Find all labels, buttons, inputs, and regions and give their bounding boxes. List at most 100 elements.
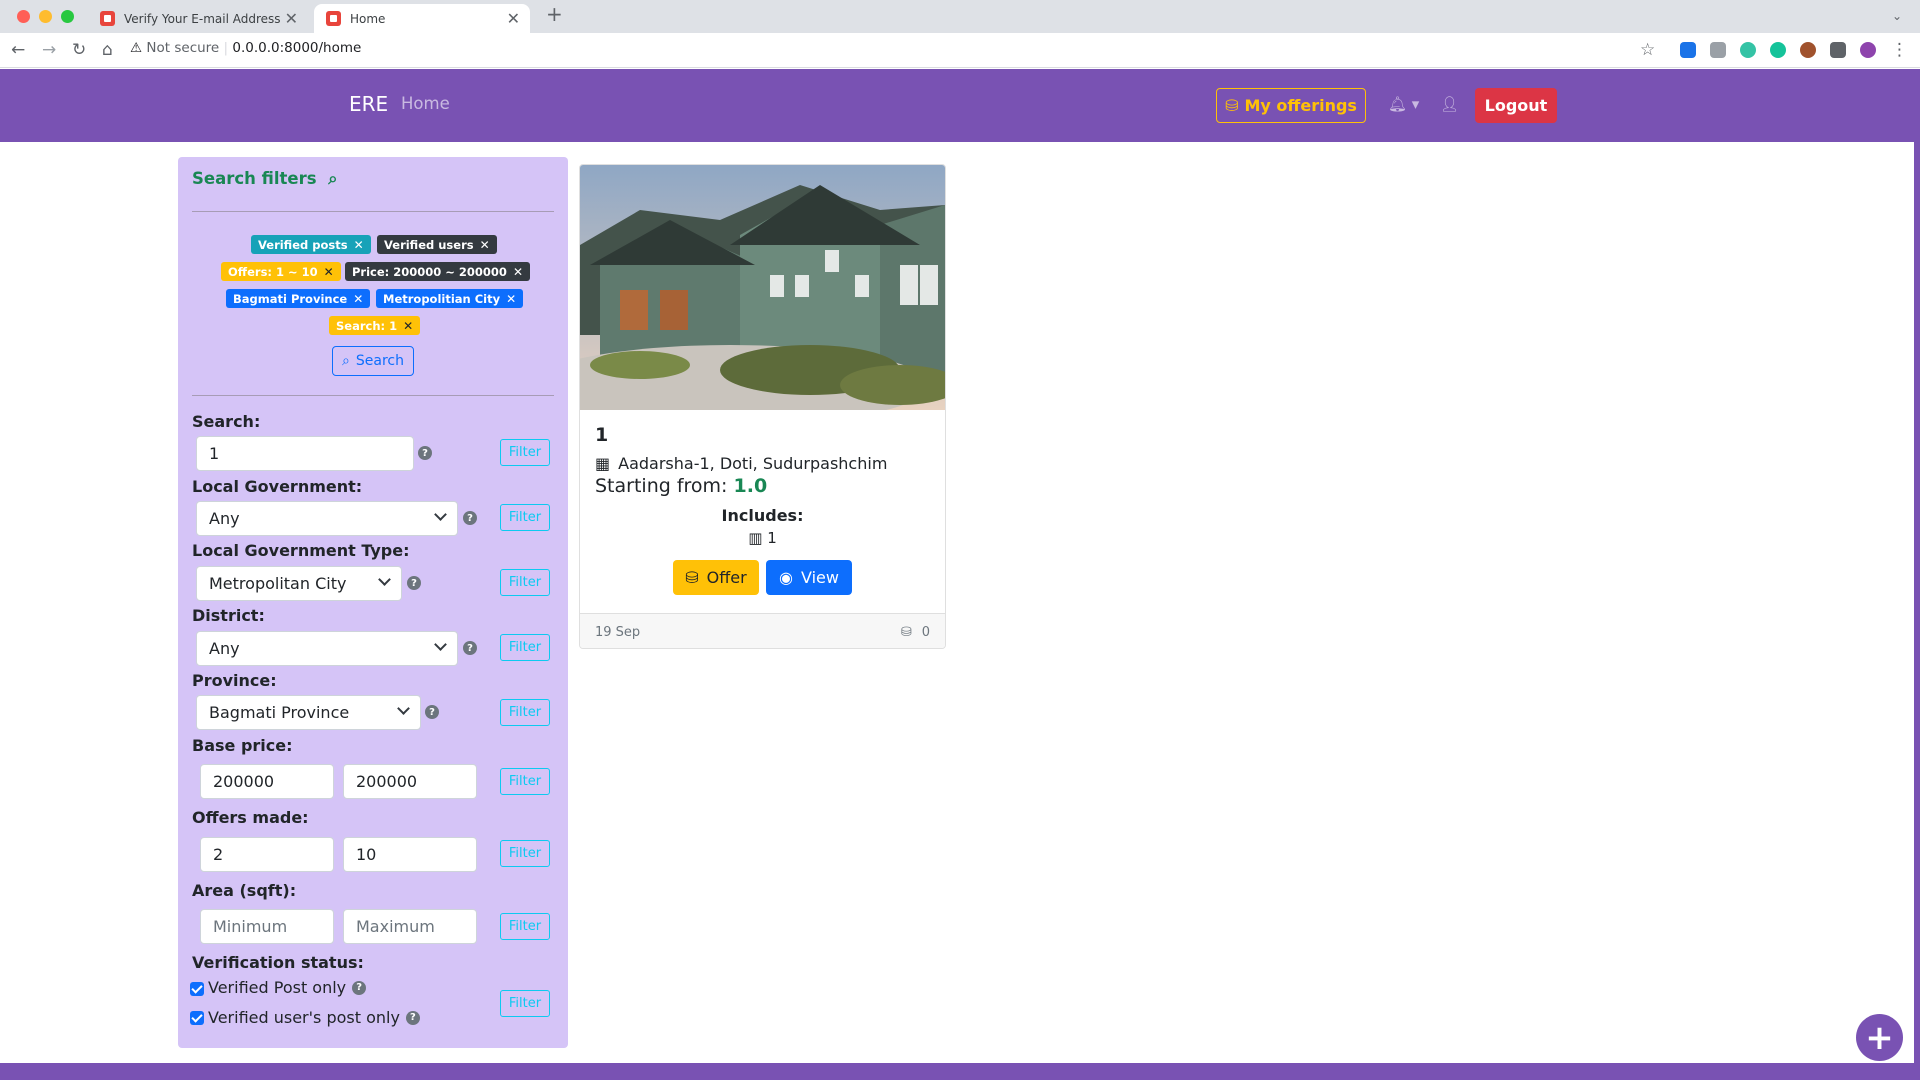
property-photo[interactable] — [580, 165, 945, 410]
forward-icon[interactable]: → — [42, 40, 56, 60]
profile-avatar-icon[interactable] — [1860, 42, 1876, 58]
help-icon[interactable]: ? — [418, 446, 432, 460]
remove-filter-icon[interactable]: ✕ — [506, 292, 516, 306]
offer-button[interactable]: ⛁ Offer — [673, 560, 759, 595]
local-government-type-select[interactable]: Metropolitan City — [196, 566, 402, 601]
offers-min-input[interactable]: 2 — [200, 837, 334, 872]
coins-icon: ⛁ — [1225, 96, 1239, 115]
tab-search-icon[interactable]: ⌄ — [1892, 6, 1902, 26]
maximize-window-icon[interactable] — [61, 10, 74, 23]
chevron-down-icon — [397, 702, 410, 715]
site-favicon-icon — [326, 11, 341, 26]
filter-badge-price: Price: 200000 ~ 200000 ✕ — [345, 262, 530, 281]
help-icon[interactable]: ? — [407, 576, 421, 590]
remove-filter-icon[interactable]: ✕ — [353, 292, 363, 306]
coins-icon: ⛁ — [900, 625, 912, 640]
area-max-input[interactable]: Maximum — [343, 909, 477, 944]
back-icon[interactable]: ← — [11, 40, 25, 60]
help-icon[interactable]: ? — [463, 511, 477, 525]
province-filter-button[interactable]: Filter — [500, 699, 550, 726]
verification-status-label: Verification status: — [192, 953, 364, 972]
search-filters-title: Search filters ⌕ — [192, 169, 338, 189]
verified-user-checkbox[interactable] — [190, 1011, 204, 1025]
search-filter-button[interactable]: Filter — [500, 439, 550, 466]
minimize-window-icon[interactable] — [39, 10, 52, 23]
tab-close-icon[interactable]: ✕ — [285, 9, 298, 28]
remove-filter-icon[interactable]: ✕ — [513, 265, 523, 279]
base-price-min-input[interactable]: 200000 — [200, 764, 334, 799]
price-label: Starting from: — [595, 475, 728, 497]
local-government-type-value: Metropolitan City — [209, 574, 347, 593]
search-label: Search: — [192, 412, 261, 431]
base-price-max-input[interactable]: 200000 — [343, 764, 477, 799]
filter-badge-verified-posts: Verified posts ✕ — [251, 235, 371, 254]
add-post-button[interactable]: + — [1856, 1014, 1903, 1061]
base-price-label: Base price: — [192, 736, 293, 755]
filter-badge-search: Search: 1 ✕ — [329, 316, 421, 335]
verified-user-label: Verified user's post only — [208, 1008, 400, 1027]
province-select[interactable]: Bagmati Province — [196, 695, 421, 730]
url-text: 0.0.0.0:8000/home — [232, 40, 362, 56]
area-min-input[interactable]: Minimum — [200, 909, 334, 944]
search-button[interactable]: ⌕ Search — [332, 346, 414, 376]
help-icon[interactable]: ? — [425, 705, 439, 719]
help-icon[interactable]: ? — [405, 1010, 420, 1025]
browser-menu-icon[interactable]: ⋮ — [1891, 40, 1908, 60]
eye-icon: ◉ — [779, 568, 793, 587]
local-government-select[interactable]: Any — [196, 501, 458, 536]
address-bar[interactable]: ⚠ Not secure | 0.0.0.0:8000/home — [130, 40, 361, 56]
divider — [192, 395, 554, 396]
includes-count: 1 — [767, 529, 777, 547]
remove-filter-icon[interactable]: ✕ — [354, 238, 364, 252]
local-government-label: Local Government: — [192, 477, 363, 496]
extension-icon[interactable] — [1710, 42, 1726, 58]
page-scrollbar[interactable] — [1914, 69, 1920, 1080]
home-icon[interactable]: ⌂ — [102, 40, 113, 60]
new-tab-icon[interactable]: + — [546, 4, 563, 24]
bookmark-star-icon[interactable]: ☆ — [1640, 40, 1655, 60]
browser-tab-verify-email[interactable]: Verify Your E-mail Address ✕ — [88, 4, 308, 33]
remove-filter-icon[interactable]: ✕ — [480, 238, 490, 252]
badge-label: Verified users — [384, 237, 474, 252]
cookie-icon[interactable] — [1800, 42, 1816, 58]
offers-max-input[interactable]: 10 — [343, 837, 477, 872]
property-title[interactable]: 1 — [595, 424, 608, 446]
badge-label: Price: 200000 ~ 200000 — [352, 264, 507, 279]
help-icon[interactable]: ? — [352, 980, 367, 995]
verification-filter-button[interactable]: Filter — [500, 990, 550, 1017]
help-icon[interactable]: ? — [463, 641, 477, 655]
local-government-type-filter-button[interactable]: Filter — [500, 569, 550, 596]
remove-filter-icon[interactable]: ✕ — [324, 265, 334, 279]
base-price-filter-button[interactable]: Filter — [500, 768, 550, 795]
local-government-type-label: Local Government Type: — [192, 541, 410, 560]
browser-tab-home[interactable]: Home ✕ — [314, 4, 530, 33]
property-location-text: Aadarsha-1, Doti, Sudurpashchim — [618, 454, 888, 473]
logout-button[interactable]: Logout — [1475, 88, 1557, 123]
nav-link-home[interactable]: Home — [401, 94, 450, 113]
brand-logo[interactable]: ERE — [349, 92, 388, 116]
area-filter-button[interactable]: Filter — [500, 913, 550, 940]
user-profile-icon[interactable]: 👤︎ — [1440, 95, 1459, 113]
close-window-icon[interactable] — [17, 10, 30, 23]
extensions-puzzle-icon[interactable] — [1830, 42, 1846, 58]
local-government-filter-button[interactable]: Filter — [500, 504, 550, 531]
extension-icon[interactable] — [1740, 42, 1756, 58]
grammarly-icon[interactable] — [1770, 42, 1786, 58]
district-select[interactable]: Any — [196, 631, 458, 666]
security-label: Not secure — [146, 40, 220, 56]
map-icon: ▦ — [595, 454, 611, 473]
my-offerings-button[interactable]: ⛁ My offerings — [1216, 88, 1366, 123]
search-input[interactable]: 1 — [196, 436, 414, 471]
remove-filter-icon[interactable]: ✕ — [403, 319, 413, 333]
district-filter-button[interactable]: Filter — [500, 634, 550, 661]
district-label: District: — [192, 606, 265, 625]
reload-icon[interactable]: ↻ — [72, 40, 86, 60]
tab-close-icon[interactable]: ✕ — [507, 9, 520, 28]
province-label: Province: — [192, 671, 277, 690]
offers-made-filter-button[interactable]: Filter — [500, 840, 550, 867]
search-icon: ⌕ — [342, 353, 350, 369]
view-button[interactable]: ◉ View — [766, 560, 852, 595]
verified-post-checkbox[interactable] — [190, 982, 204, 996]
extension-icon[interactable] — [1680, 42, 1696, 58]
notifications-bell-icon[interactable]: 🔔︎ ▾ — [1388, 95, 1419, 113]
